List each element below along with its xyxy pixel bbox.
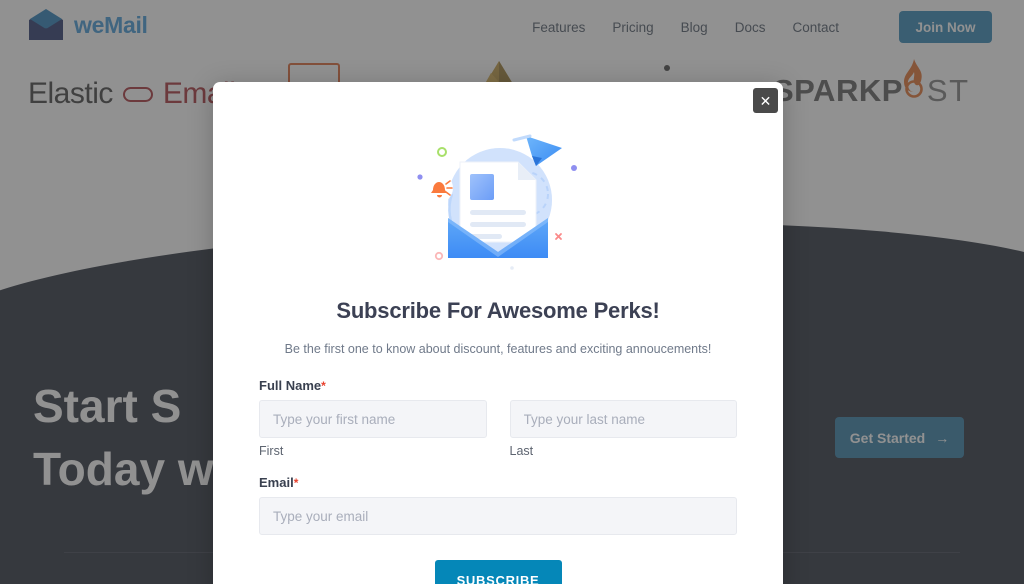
subscribe-modal: Subscribe For Awesome Perks! Be the firs…: [213, 82, 783, 584]
last-name-group: Last: [509, 400, 737, 458]
first-name-input[interactable]: [259, 400, 487, 438]
email-label: Email*: [259, 475, 737, 490]
submit-row: SUBSCRIBE: [259, 560, 737, 584]
page-root: weMail Features Pricing Blog Docs Contac…: [0, 0, 1024, 584]
last-name-sub-label: Last: [509, 444, 534, 458]
modal-title: Subscribe For Awesome Perks!: [336, 298, 660, 323]
modal-subtitle: Be the first one to know about discount,…: [284, 342, 712, 356]
modal-body: Subscribe For Awesome Perks! Be the firs…: [213, 82, 783, 584]
subscribe-form: Full Name* First Last Email*: [259, 378, 737, 584]
required-mark-email: *: [293, 476, 299, 490]
email-label-text: Email: [259, 475, 294, 490]
first-name-sub-label: First: [259, 444, 284, 458]
full-name-label: Full Name*: [259, 378, 737, 393]
full-name-label-text: Full Name: [259, 378, 322, 393]
last-name-input[interactable]: [509, 400, 737, 438]
modal-illustration: [259, 122, 737, 272]
close-icon[interactable]: ✕: [753, 88, 778, 113]
email-input[interactable]: [259, 497, 737, 535]
email-group: Email*: [259, 475, 737, 535]
subscribe-button[interactable]: SUBSCRIBE: [434, 560, 562, 584]
first-name-group: First: [259, 400, 487, 458]
required-mark-name: *: [321, 379, 326, 393]
name-row: First Last: [259, 400, 737, 458]
